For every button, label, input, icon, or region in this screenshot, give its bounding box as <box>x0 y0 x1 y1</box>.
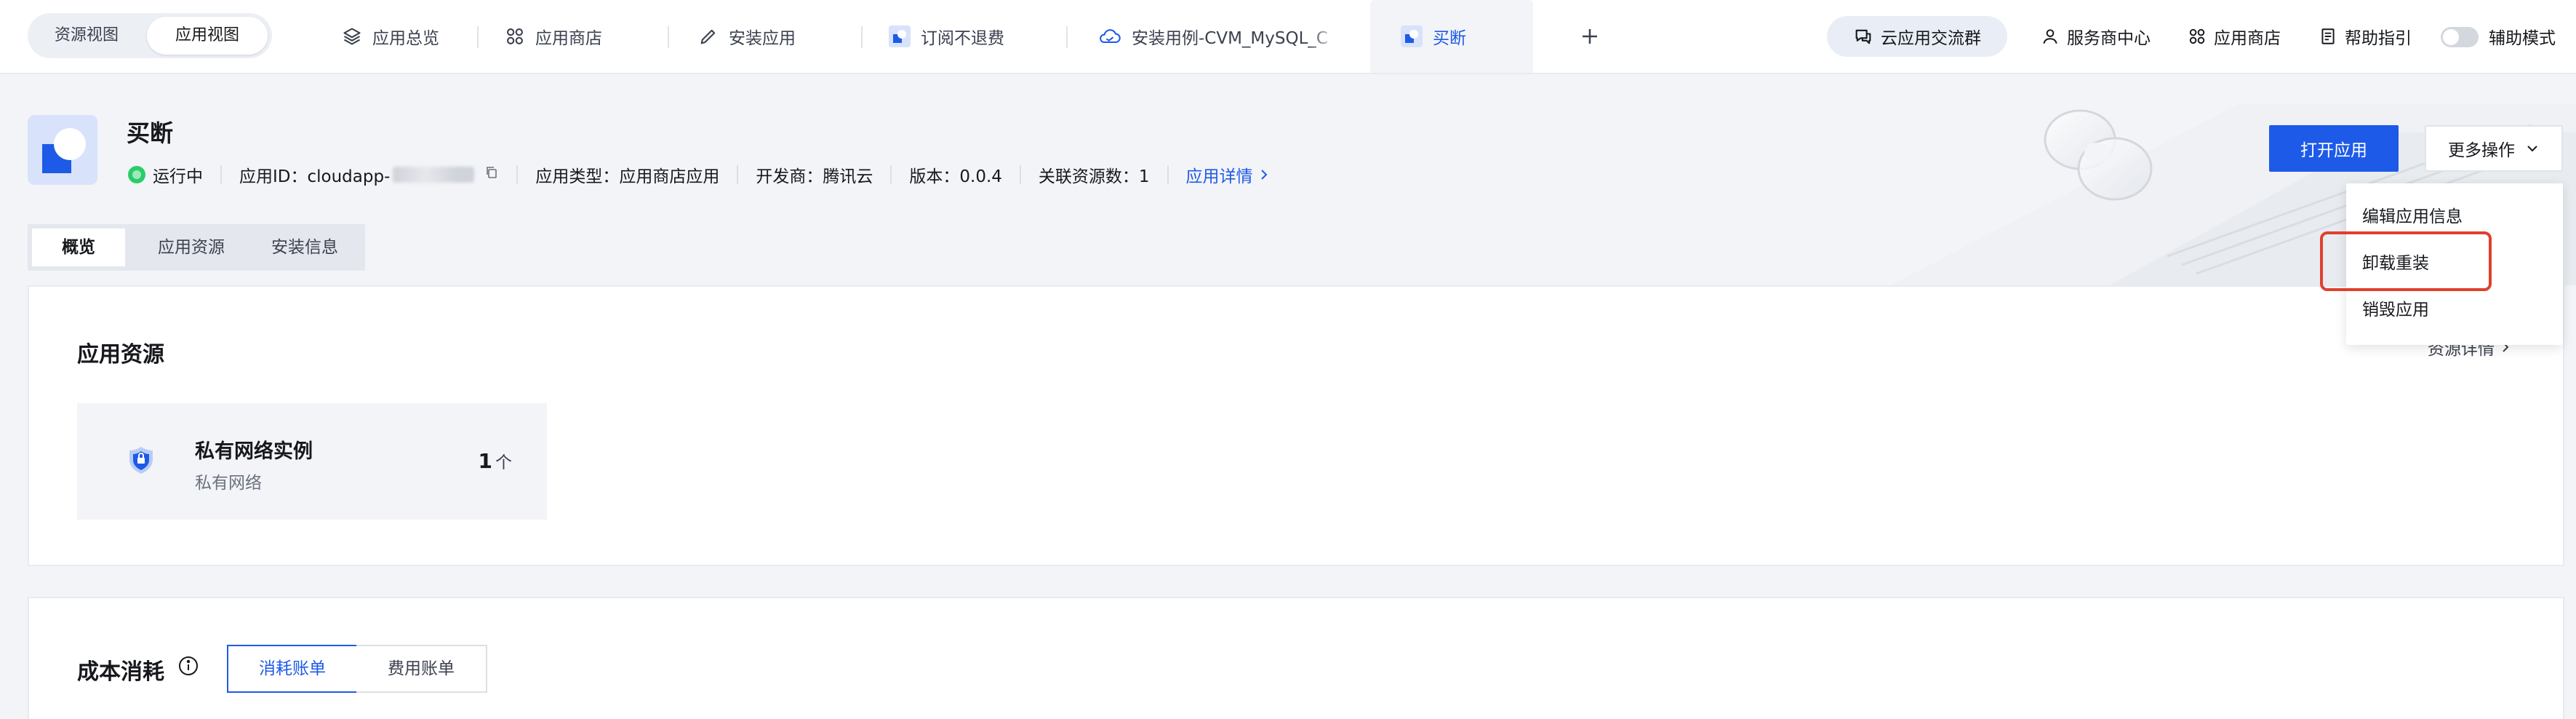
resource-view-button[interactable]: 资源视图 <box>32 17 141 55</box>
view-switch: 资源视图 应用视图 <box>28 13 272 58</box>
chevron-right-icon <box>1259 167 1269 182</box>
document-icon <box>2319 27 2337 46</box>
info-icon[interactable] <box>177 655 199 680</box>
app-logo-icon <box>889 25 911 47</box>
chevron-down-icon <box>2525 143 2540 154</box>
tab-install-case[interactable]: 安装用例-CVM_MySQL_C <box>1098 0 1338 73</box>
app-id-blurred <box>393 167 475 183</box>
tab-label: 安装应用 <box>729 29 796 48</box>
app-meta: 运行中 应用ID：cloudapp- 应用类型：应用商店应用 开发商：腾讯云 版… <box>128 162 1269 188</box>
help-label: 帮助指引 <box>2345 29 2412 48</box>
cost-card: 成本消耗 消耗账单 费用账单 <box>28 597 2564 719</box>
meta-divider <box>220 165 222 184</box>
tab-label: 应用总览 <box>372 29 439 48</box>
app-resources-card: 应用资源 资源详情 私有网络实例 私有网络 1 个 <box>28 285 2564 566</box>
service-center-link[interactable]: 服务商中心 <box>2041 0 2151 73</box>
resource-type: 私有网络 <box>195 474 262 493</box>
app-logo-icon <box>1401 25 1423 47</box>
resource-name: 私有网络实例 <box>195 440 313 463</box>
menu-item-uninstall-reinstall[interactable]: 卸载重装 <box>2362 249 2429 274</box>
plus-icon <box>1575 22 1604 51</box>
app-name: 买断 <box>127 119 174 147</box>
cost-title: 成本消耗 <box>77 659 164 685</box>
pencil-icon <box>698 26 719 47</box>
app-view-button[interactable]: 应用视图 <box>147 17 268 55</box>
tab-fade <box>1309 0 1338 73</box>
resource-tile-vpc[interactable]: 私有网络实例 私有网络 1 个 <box>77 403 547 520</box>
tab-label: 安装用例-CVM_MySQL_C <box>1132 29 1328 48</box>
assist-mode-toggle[interactable] <box>2441 27 2479 47</box>
resource-count: 1 个 <box>479 448 512 473</box>
community-label: 云应用交流群 <box>1881 29 1981 48</box>
meta-divider <box>1167 165 1169 184</box>
tab-label: 订阅不退费 <box>921 29 1004 48</box>
menu-item-destroy-app[interactable]: 销毁应用 <box>2362 295 2429 320</box>
meta-divider <box>890 165 892 184</box>
menu-item-edit-app-info[interactable]: 编辑应用信息 <box>2362 202 2463 227</box>
assist-mode-label: 辅助模式 <box>2489 29 2556 48</box>
layers-icon <box>342 26 362 47</box>
meta-divider <box>1019 165 1021 184</box>
add-tab-button[interactable] <box>1575 22 1604 51</box>
tab-app-store[interactable]: 应用商店 <box>505 0 650 73</box>
resource-count-unit: 个 <box>495 453 512 472</box>
top-bar: 资源视图 应用视图 应用总览 应用商店 安装应用 订阅不退费 安装用例-CVM_… <box>0 0 2576 74</box>
tab-fee-bill[interactable]: 费用账单 <box>356 645 487 693</box>
help-link[interactable]: 帮助指引 <box>2319 0 2412 73</box>
app-version: 版本：0.0.4 <box>909 167 1002 186</box>
tab-app-overview[interactable]: 应用总览 <box>342 0 480 73</box>
app-id: 应用ID：cloudapp- <box>239 167 391 186</box>
resources-title: 应用资源 <box>77 342 164 368</box>
tab-buyout-active[interactable]: 买断 <box>1370 0 1533 73</box>
meta-divider <box>737 165 739 184</box>
copy-icon[interactable] <box>484 165 499 184</box>
app-store-link[interactable]: 应用商店 <box>2188 0 2281 73</box>
sub-tabs: 概览 应用资源 安装信息 <box>28 224 365 271</box>
tab-overview[interactable]: 概览 <box>32 229 125 266</box>
tab-divider <box>861 26 863 48</box>
cloud-icon <box>1098 26 1121 47</box>
app-store-label: 应用商店 <box>2214 29 2281 48</box>
resource-count-value: 1 <box>478 449 492 473</box>
app-logo <box>28 115 97 185</box>
community-group-button[interactable]: 云应用交流群 <box>1827 16 2007 57</box>
tab-subscription-app[interactable]: 订阅不退费 <box>889 0 1056 73</box>
app-status: 运行中 <box>153 167 203 186</box>
tab-install-info[interactable]: 安装信息 <box>250 229 359 266</box>
chat-icon <box>1853 26 1873 47</box>
app-type: 应用类型：应用商店应用 <box>535 167 720 186</box>
tab-label: 买断 <box>1433 29 1466 48</box>
tab-label: 应用商店 <box>535 29 602 48</box>
more-actions-button[interactable]: 更多操作 <box>2425 125 2563 172</box>
user-icon <box>2041 27 2060 46</box>
service-center-label: 服务商中心 <box>2067 29 2151 48</box>
related-resources: 关联资源数：1 <box>1038 167 1150 186</box>
app-developer: 开发商：腾讯云 <box>756 167 873 186</box>
app-detail-link[interactable]: 应用详情 <box>1186 162 1269 187</box>
tab-divider <box>1066 26 1068 48</box>
tab-consumption-bill[interactable]: 消耗账单 <box>227 645 358 693</box>
tab-app-resources[interactable]: 应用资源 <box>137 229 246 266</box>
meta-divider <box>516 165 519 184</box>
more-actions-menu: 编辑应用信息 卸载重装 销毁应用 <box>2346 183 2563 345</box>
running-status-icon <box>128 166 145 183</box>
tab-divider <box>668 26 669 48</box>
grid-icon <box>2188 27 2207 46</box>
grid-icon <box>505 26 525 47</box>
tab-divider <box>477 26 479 48</box>
tab-install-app[interactable]: 安装应用 <box>698 0 844 73</box>
vpc-icon <box>125 444 157 476</box>
app-detail-label: 应用详情 <box>1185 167 1253 186</box>
more-actions-label: 更多操作 <box>2448 141 2515 160</box>
open-app-button[interactable]: 打开应用 <box>2269 125 2399 172</box>
